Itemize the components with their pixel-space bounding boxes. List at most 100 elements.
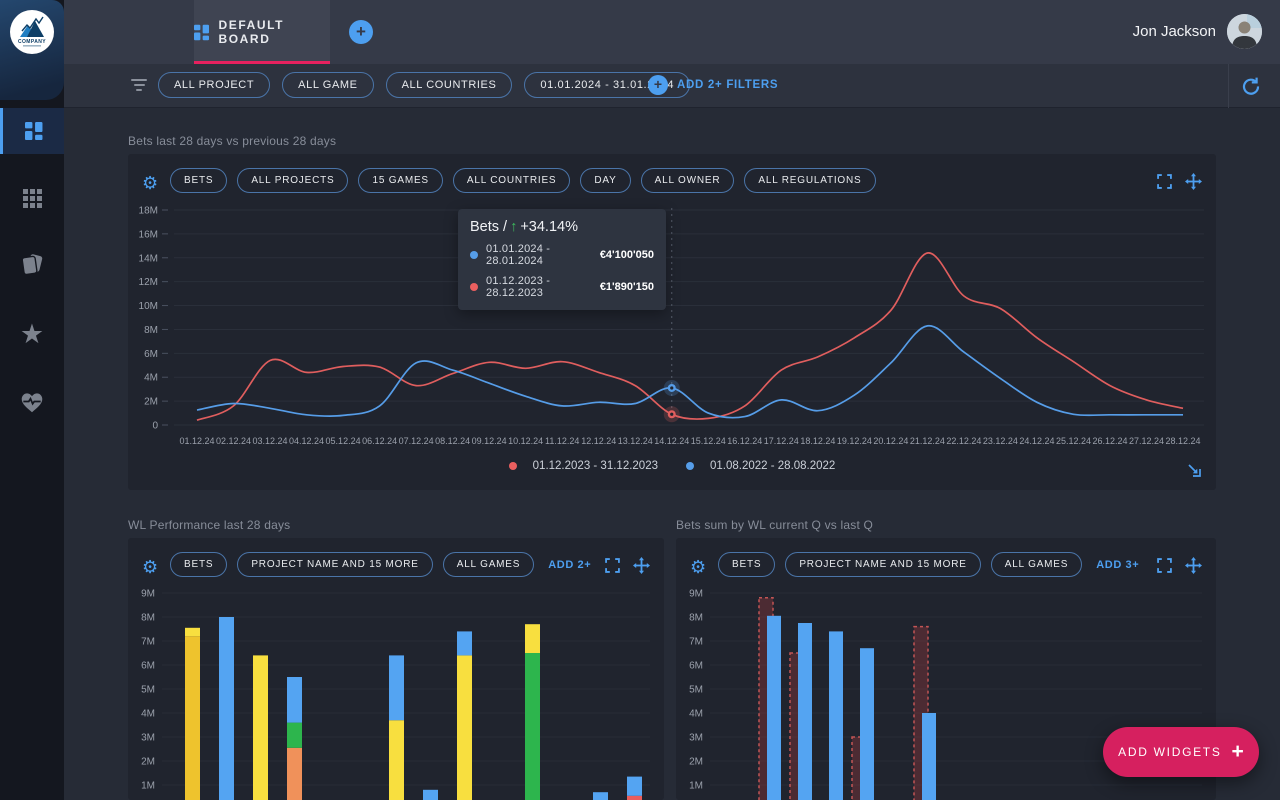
bar-segment-orange[interactable] xyxy=(287,748,302,800)
bar-segment-yellow[interactable] xyxy=(457,655,472,800)
y-tick-label: 4M xyxy=(141,709,155,720)
y-tick-label: 3M xyxy=(141,733,155,744)
expand-icon[interactable] xyxy=(605,558,620,573)
legend-previous-period[interactable]: 01.12.2023 - 31.12.2023 xyxy=(509,460,658,472)
add-widgets-label: ADD WIDGETS xyxy=(1118,745,1221,759)
chart-legend: 01.12.2023 - 31.12.2023 01.08.2022 - 28.… xyxy=(128,460,1216,472)
chip-15-games[interactable]: 15 GAMES xyxy=(358,168,442,193)
bar-segment-green[interactable] xyxy=(525,653,540,800)
sidebar-item-widgets-grid[interactable] xyxy=(0,175,64,221)
y-tick-label: 7M xyxy=(141,637,155,648)
chip-all-games[interactable]: ALL GAMES xyxy=(443,552,535,577)
chip-day[interactable]: DAY xyxy=(580,168,630,193)
bar-segment-blue[interactable] xyxy=(627,777,642,796)
sidebar-item-dashboard[interactable] xyxy=(0,108,64,154)
add-more-chips-link[interactable]: ADD 3+ xyxy=(1096,559,1139,571)
y-tick-label: 8M xyxy=(141,613,155,624)
chip-all-countries[interactable]: ALL COUNTRIES xyxy=(453,168,571,193)
bar-segment-yellow[interactable] xyxy=(253,655,268,800)
series-line-current[interactable] xyxy=(197,326,1183,418)
x-tick-label: 09.12.24 xyxy=(472,436,507,446)
filter-icon[interactable] xyxy=(130,79,148,93)
y-tick-label: 4M xyxy=(689,709,703,720)
chip-project-name[interactable]: PROJECT NAME AND 15 MORE xyxy=(237,552,432,577)
legend-current-period[interactable]: 01.08.2022 - 28.08.2022 xyxy=(686,460,835,472)
filter-all-countries[interactable]: ALL COUNTRIES xyxy=(386,72,513,98)
y-tick-label: 2M xyxy=(144,397,158,408)
bar-current-quarter[interactable] xyxy=(860,648,874,800)
x-tick-label: 02.12.24 xyxy=(216,436,251,446)
company-logo[interactable]: COMPANY xyxy=(10,10,54,54)
sidebar-item-favorites[interactable]: ★ xyxy=(0,311,64,357)
add-filters-button[interactable]: + ADD 2+ FILTERS xyxy=(648,75,778,95)
y-tick-label: 12M xyxy=(139,277,158,288)
y-tick-label: 6M xyxy=(141,661,155,672)
bar-segment-blue[interactable] xyxy=(593,792,608,800)
bar-current-quarter[interactable] xyxy=(767,616,781,800)
bar-segment-amber[interactable] xyxy=(185,636,200,800)
bar-segment-yellow[interactable] xyxy=(185,628,200,636)
sidebar-item-health[interactable] xyxy=(0,379,64,425)
dashboard-icon xyxy=(25,122,43,140)
red-dot-icon xyxy=(509,462,517,470)
x-tick-label: 03.12.24 xyxy=(253,436,288,446)
widget-settings-icon[interactable]: ⚙ xyxy=(142,556,158,580)
bar-current-quarter[interactable] xyxy=(798,623,812,800)
plus-icon: + xyxy=(1232,742,1244,762)
chip-bets[interactable]: BETS xyxy=(170,168,227,193)
refresh-button[interactable] xyxy=(1240,75,1262,97)
series-line-previous[interactable] xyxy=(197,253,1183,420)
bar-current-quarter[interactable] xyxy=(829,631,843,800)
bar-segment-blue[interactable] xyxy=(389,655,404,720)
avatar-image xyxy=(1227,14,1262,49)
filter-all-project[interactable]: ALL PROJECT xyxy=(158,72,270,98)
y-tick-label: 4M xyxy=(144,373,158,384)
sidebar-item-cards[interactable] xyxy=(0,242,64,288)
filter-all-game[interactable]: ALL GAME xyxy=(282,72,373,98)
bar-segment-red[interactable] xyxy=(627,796,642,800)
chip-all-games[interactable]: ALL GAMES xyxy=(991,552,1083,577)
widget-settings-icon[interactable]: ⚙ xyxy=(690,556,706,580)
bar-segment-blue[interactable] xyxy=(457,631,472,655)
widget-settings-icon[interactable]: ⚙ xyxy=(142,172,158,196)
chip-bets[interactable]: BETS xyxy=(170,552,227,577)
chip-all-regulations[interactable]: ALL REGULATIONS xyxy=(744,168,875,193)
y-tick-label: 10M xyxy=(139,301,158,312)
blue-dot-icon xyxy=(686,462,694,470)
x-tick-label: 06.12.24 xyxy=(362,436,397,446)
resize-handle-icon[interactable] xyxy=(1186,462,1202,478)
x-tick-label: 08.12.24 xyxy=(435,436,470,446)
company-logo-image: COMPANY xyxy=(10,10,54,54)
tab-default-board[interactable]: DEFAULT BOARD xyxy=(194,0,330,64)
chip-all-owner[interactable]: ALL OWNER xyxy=(641,168,735,193)
bar-segment-blue[interactable] xyxy=(423,790,438,800)
bar-segment-yellow[interactable] xyxy=(525,624,540,653)
x-tick-label: 26.12.24 xyxy=(1092,436,1127,446)
y-tick-label: 1M xyxy=(141,781,155,792)
chip-all-projects[interactable]: ALL PROJECTS xyxy=(237,168,348,193)
chip-project-name[interactable]: PROJECT NAME AND 15 MORE xyxy=(785,552,980,577)
bar-segment-blue[interactable] xyxy=(287,677,302,723)
user-name[interactable]: Jon Jackson xyxy=(1133,0,1216,64)
x-tick-label: 05.12.24 xyxy=(326,436,361,446)
add-widgets-button[interactable]: ADD WIDGETS + xyxy=(1103,727,1259,777)
y-tick-label: 2M xyxy=(689,757,703,768)
bar-segment-yellow[interactable] xyxy=(389,720,404,800)
move-icon[interactable] xyxy=(1185,173,1202,190)
line-chart[interactable]: 02M4M6M8M10M12M14M16M18M01.12.2402.12.24… xyxy=(128,154,1216,490)
bar-current-quarter[interactable] xyxy=(922,713,936,800)
user-avatar[interactable] xyxy=(1227,14,1262,49)
expand-icon[interactable] xyxy=(1157,174,1172,189)
bar-segment-green[interactable] xyxy=(287,723,302,748)
y-tick-label: 5M xyxy=(689,685,703,696)
tab-label: DEFAULT BOARD xyxy=(218,18,330,46)
stacked-bar-chart[interactable]: 1M2M3M4M5M6M7M8M9M xyxy=(128,538,664,800)
bar-segment-blue[interactable] xyxy=(219,617,234,800)
x-tick-label: 22.12.24 xyxy=(946,436,981,446)
add-more-chips-link[interactable]: ADD 2+ xyxy=(548,559,591,571)
add-board-button[interactable]: + xyxy=(349,20,373,44)
move-icon[interactable] xyxy=(1185,557,1202,574)
expand-icon[interactable] xyxy=(1157,558,1172,573)
move-icon[interactable] xyxy=(633,557,650,574)
chip-bets[interactable]: BETS xyxy=(718,552,775,577)
